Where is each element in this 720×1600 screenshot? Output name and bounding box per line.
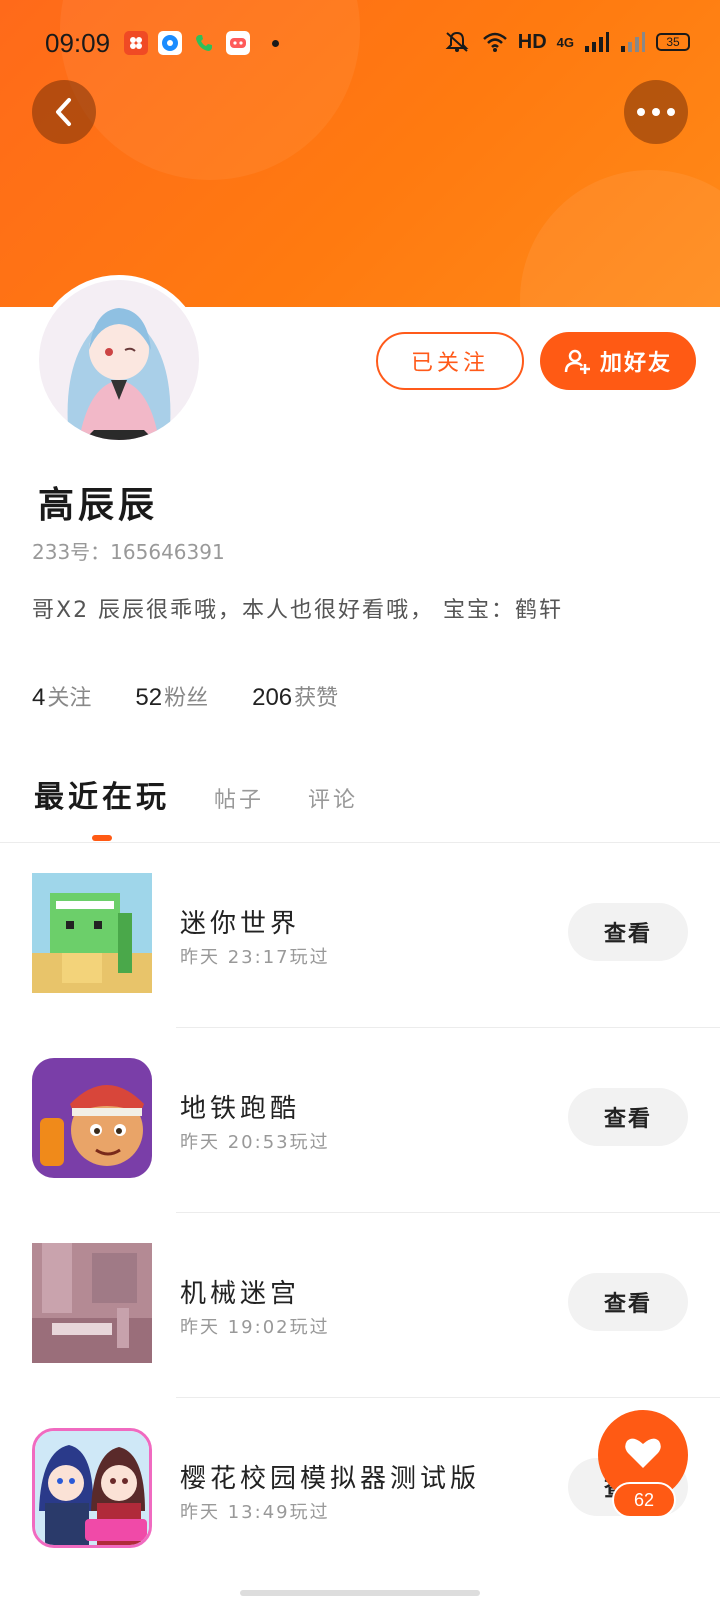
home-indicator[interactable] — [240, 1590, 480, 1596]
phone-app-icon — [192, 31, 216, 55]
signal-icon — [585, 32, 609, 52]
status-notification-icons — [124, 31, 279, 55]
view-button[interactable]: 查看 — [568, 1273, 688, 1331]
heart-icon — [625, 1438, 661, 1468]
list-item[interactable]: 机械迷宫 昨天 19:02玩过 查看 — [0, 1213, 720, 1398]
add-friend-label: 加好友 — [599, 351, 672, 376]
game-icon-mechanical-maze — [32, 1243, 152, 1363]
avatar[interactable] — [34, 275, 204, 445]
game-app-icon — [226, 31, 250, 55]
game-name: 迷你世界 — [180, 909, 301, 939]
list-item[interactable]: 地铁跑酷 昨天 20:53玩过 查看 — [0, 1028, 720, 1213]
wifi-icon — [482, 32, 507, 52]
tab-comments[interactable]: 评论 — [308, 782, 358, 814]
stat-fans-label: 粉丝 — [164, 686, 209, 711]
stat-following-count: 4 — [32, 684, 46, 711]
avatar-image — [39, 280, 199, 440]
back-button[interactable] — [32, 80, 96, 144]
stat-likes-count: 206 — [252, 684, 293, 711]
browser-app-icon — [158, 31, 182, 55]
tab-recently-played[interactable]: 最近在玩 — [34, 772, 170, 816]
list-item[interactable]: 迷你世界 昨天 23:17玩过 查看 — [0, 843, 720, 1028]
tab-posts[interactable]: 帖子 — [214, 782, 264, 814]
battery-icon: 35 — [656, 33, 690, 51]
stat-following-label: 关注 — [47, 686, 92, 711]
profile-name: 高辰辰 — [38, 485, 159, 526]
game-last-played: 昨天 23:17玩过 — [180, 947, 330, 968]
game-name: 樱花校园模拟器测试版 — [180, 1464, 481, 1494]
signal-weak-icon — [621, 32, 645, 52]
stat-following[interactable]: 4 关注 — [32, 680, 91, 712]
profile-uid: 233号：165646391 — [32, 540, 225, 564]
add-person-icon — [564, 349, 590, 374]
game-icon-subway-surfers — [32, 1058, 152, 1178]
game-last-played: 昨天 13:49玩过 — [180, 1502, 330, 1523]
view-button[interactable]: 查看 — [568, 1088, 688, 1146]
stat-fans[interactable]: 52 粉丝 — [135, 680, 208, 712]
mute-icon — [445, 31, 469, 52]
status-system-icons: HD 4G 35 — [442, 30, 690, 54]
more-notifications-dot — [272, 39, 279, 47]
game-name: 地铁跑酷 — [180, 1094, 301, 1124]
like-count-badge: 62 — [612, 1482, 676, 1518]
game-last-played: 昨天 19:02玩过 — [180, 1317, 330, 1338]
more-dots-icon — [637, 108, 675, 116]
active-tab-indicator — [92, 835, 112, 841]
status-bar: 09:09 HD 4G 35 — [0, 0, 720, 88]
more-button[interactable] — [624, 80, 688, 144]
notification-app-icon — [124, 31, 148, 55]
chevron-left-icon — [56, 98, 71, 126]
game-icon-sakura-school-simulator — [32, 1428, 152, 1548]
status-time: 09:09 — [45, 28, 111, 58]
cellular-type-label: 4G — [556, 34, 574, 50]
followed-button[interactable]: 已关注 — [376, 332, 524, 390]
game-name: 机械迷宫 — [180, 1279, 301, 1309]
game-icon-mini-world — [32, 873, 152, 993]
add-friend-button[interactable]: 加好友 — [540, 332, 696, 390]
view-button[interactable]: 查看 — [568, 903, 688, 961]
profile-stats: 4 关注 52 粉丝 206 获赞 — [32, 680, 338, 712]
stat-fans-count: 52 — [135, 684, 163, 711]
game-last-played: 昨天 20:53玩过 — [180, 1132, 330, 1153]
stat-likes-label: 获赞 — [294, 686, 339, 711]
stat-likes[interactable]: 206 获赞 — [252, 680, 338, 712]
profile-tabs: 最近在玩 帖子 评论 — [34, 772, 358, 816]
network-type-label: HD — [517, 30, 547, 53]
profile-bio: 哥X2 辰辰很乖哦，本人也很好看哦， 宝宝：鹤轩 — [32, 598, 564, 623]
